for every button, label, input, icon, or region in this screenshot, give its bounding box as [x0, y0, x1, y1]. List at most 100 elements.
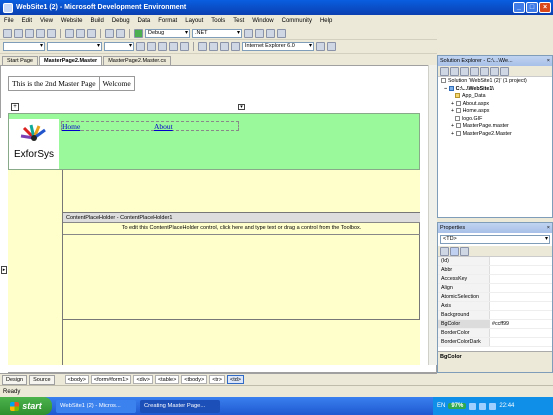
- menu-data[interactable]: Data: [138, 18, 151, 24]
- design-view-button[interactable]: Design: [2, 374, 28, 385]
- bold-icon[interactable]: [136, 42, 145, 51]
- properties-icon[interactable]: [440, 66, 449, 76]
- nav-link-home[interactable]: Home: [62, 122, 154, 131]
- highlight-icon[interactable]: [180, 42, 189, 51]
- close-pane-icon[interactable]: ×: [547, 56, 550, 66]
- property-row[interactable]: Background: [438, 311, 552, 320]
- master-title-cell[interactable]: This is the 2nd Master Page: [9, 77, 100, 90]
- add-item-icon[interactable]: [14, 28, 23, 38]
- start-debug-icon[interactable]: [134, 28, 143, 38]
- welcome-cell[interactable]: Welcome: [100, 77, 134, 90]
- nest-related-icon[interactable]: [460, 66, 469, 76]
- tag-body[interactable]: <body>: [64, 375, 89, 384]
- undo-icon[interactable]: [105, 28, 114, 38]
- tree-item-logo[interactable]: logo.GIF: [438, 116, 552, 124]
- refresh-icon[interactable]: [450, 66, 459, 76]
- menu-help[interactable]: Help: [320, 18, 332, 24]
- solution-explorer-icon[interactable]: [255, 28, 264, 38]
- check-accessibility-icon[interactable]: [316, 42, 325, 51]
- style-combo[interactable]: [3, 42, 45, 51]
- asp-config-icon[interactable]: [500, 66, 509, 76]
- property-row[interactable]: AccessKey: [438, 275, 552, 284]
- property-row[interactable]: Axis: [438, 302, 552, 311]
- size-combo[interactable]: [104, 42, 134, 51]
- config-combo[interactable]: Debug: [145, 28, 190, 38]
- list-icon[interactable]: [209, 42, 218, 51]
- property-row[interactable]: Abbr: [438, 266, 552, 275]
- tag-tbody[interactable]: <tbody>: [181, 375, 208, 384]
- menu-debug[interactable]: Debug: [112, 18, 130, 24]
- tree-item-home[interactable]: + Home.aspx: [438, 108, 552, 116]
- property-row[interactable]: Align: [438, 284, 552, 293]
- tab-masterpage2-master-cs[interactable]: MasterPage2.Master.cs: [103, 56, 171, 65]
- menu-build[interactable]: Build: [91, 18, 104, 24]
- property-row[interactable]: BorderColorDark: [438, 338, 552, 347]
- object-selector[interactable]: <TD>: [440, 235, 550, 244]
- paste-icon[interactable]: [87, 28, 96, 38]
- content-placeholder-hint[interactable]: To edit this ContentPlaceHolder control,…: [63, 225, 420, 235]
- tree-item-app-data[interactable]: App_Data: [438, 93, 552, 101]
- tag-div[interactable]: <div>: [133, 375, 153, 384]
- tree-item-masterpage2[interactable]: + MasterPage2.Master: [438, 131, 552, 139]
- tree-item-masterpage[interactable]: + MasterPage.master: [438, 123, 552, 131]
- maximize-button[interactable]: □: [526, 2, 538, 13]
- smart-tag-icon[interactable]: ▾: [238, 104, 245, 110]
- platform-combo[interactable]: .NET: [192, 28, 242, 38]
- new-project-icon[interactable]: [3, 28, 12, 38]
- menu-format[interactable]: Format: [158, 18, 177, 24]
- menu-website[interactable]: Website: [61, 18, 83, 24]
- copy-website-icon[interactable]: [490, 66, 499, 76]
- underline-icon[interactable]: [158, 42, 167, 51]
- row-arrow-icon[interactable]: ▸: [1, 266, 7, 274]
- save-icon[interactable]: [36, 28, 45, 38]
- target-browser-combo[interactable]: Internet Explorer 6.0: [242, 42, 314, 51]
- task-browser[interactable]: Creating Master Page...: [140, 399, 220, 413]
- menu-file[interactable]: File: [4, 18, 14, 24]
- language-indicator[interactable]: EN: [437, 403, 445, 409]
- font-color-icon[interactable]: [169, 42, 178, 51]
- minimize-button[interactable]: _: [513, 2, 525, 13]
- tree-item-solution[interactable]: Solution 'WebSite1 (2)' (1 project): [438, 78, 552, 86]
- outdent-icon[interactable]: [231, 42, 240, 51]
- network-icon[interactable]: [469, 402, 477, 410]
- tag-td[interactable]: <td>: [226, 375, 244, 384]
- battery-indicator[interactable]: 97%: [448, 403, 467, 409]
- property-row[interactable]: AtomicSelection: [438, 293, 552, 302]
- menu-edit[interactable]: Edit: [22, 18, 32, 24]
- menu-layout[interactable]: Layout: [185, 18, 203, 24]
- close-pane-icon[interactable]: ×: [547, 223, 550, 233]
- view-designer-icon[interactable]: [480, 66, 489, 76]
- find-icon[interactable]: [244, 28, 253, 38]
- property-row[interactable]: (Id): [438, 257, 552, 266]
- menu-window[interactable]: Window: [252, 18, 273, 24]
- cut-icon[interactable]: [65, 28, 74, 38]
- tab-masterpage2-master[interactable]: MasterPage2.Master: [39, 56, 103, 65]
- tag-tr[interactable]: <tr>: [209, 375, 225, 384]
- volume-icon[interactable]: [479, 402, 487, 410]
- editor-scrollbar[interactable]: [428, 65, 437, 365]
- link-icon[interactable]: [327, 42, 336, 51]
- font-combo[interactable]: [47, 42, 102, 51]
- properties-icon[interactable]: [266, 28, 275, 38]
- menu-community[interactable]: Community: [282, 18, 312, 24]
- close-button[interactable]: ×: [539, 2, 551, 13]
- menu-test[interactable]: Test: [233, 18, 244, 24]
- task-vs[interactable]: WebSite1 (2) - Micros...: [56, 399, 136, 413]
- tab-start-page[interactable]: Start Page: [2, 56, 38, 65]
- view-code-icon[interactable]: [470, 66, 479, 76]
- tree-item-about[interactable]: + About.aspx: [438, 101, 552, 109]
- redo-icon[interactable]: [116, 28, 125, 38]
- start-button[interactable]: start: [0, 397, 52, 415]
- tag-table[interactable]: <table>: [154, 375, 180, 384]
- security-icon[interactable]: [489, 402, 497, 410]
- exforsys-logo[interactable]: ExforSys: [9, 119, 59, 169]
- menu-tools[interactable]: Tools: [211, 18, 225, 24]
- property-row-bgcolor[interactable]: BgColor #ccff99: [438, 320, 552, 329]
- align-icon[interactable]: [198, 42, 207, 51]
- source-view-button[interactable]: Source: [29, 374, 55, 385]
- property-row[interactable]: BorderColor: [438, 329, 552, 338]
- alphabetical-icon[interactable]: [450, 246, 459, 256]
- property-pages-icon[interactable]: [460, 246, 469, 256]
- tag-form[interactable]: <form#form1>: [90, 375, 132, 384]
- categorized-icon[interactable]: [440, 246, 449, 256]
